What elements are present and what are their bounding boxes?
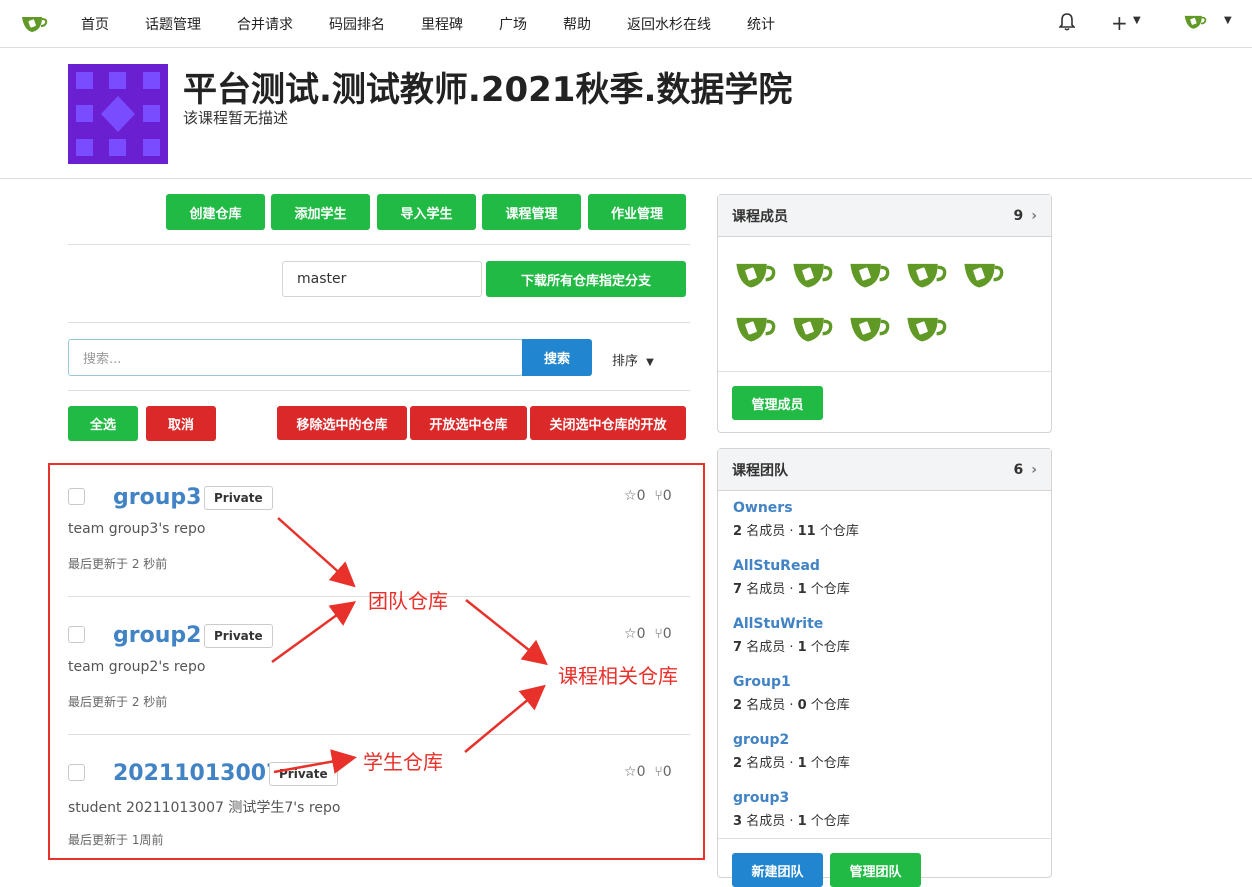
team-name-link[interactable]: group2 (733, 732, 789, 748)
teams-card-header[interactable]: 课程团队 6 › (718, 449, 1051, 491)
member-avatar[interactable] (961, 257, 1006, 291)
new-team-button[interactable]: 新建团队 (732, 853, 823, 887)
team-name-link[interactable]: AllStuWrite (733, 616, 823, 632)
teams-count: 6 (1013, 461, 1024, 478)
team-info: 2 名成员 · 0 个仓库 (733, 698, 850, 713)
team-info: 7 名成员 · 1 个仓库 (733, 640, 850, 655)
team-info: 2 名成员 · 1 个仓库 (733, 756, 850, 771)
members-title: 课程成员 (732, 208, 788, 225)
teams-title: 课程团队 (732, 462, 788, 479)
member-avatar[interactable] (847, 257, 892, 291)
member-avatar[interactable] (790, 257, 835, 291)
manage-members-button[interactable]: 管理成员 (732, 386, 823, 420)
team-info: 7 名成员 · 1 个仓库 (733, 582, 850, 597)
divider (718, 838, 1051, 839)
team-name-link[interactable]: AllStuRead (733, 558, 820, 574)
members-card: 课程成员 9 › 管理成员 (717, 194, 1052, 433)
chevron-right-icon: › (1031, 461, 1037, 478)
members-count: 9 (1013, 207, 1024, 224)
members-card-header[interactable]: 课程成员 9 › (718, 195, 1051, 237)
team-name-link[interactable]: group3 (733, 790, 789, 806)
team-name-link[interactable]: Owners (733, 500, 793, 516)
teams-card: 课程团队 6 › Owners 2 名成员 · 11 个仓库 AllStuRead 7… (717, 448, 1052, 887)
annotation-arrows (271, 517, 548, 774)
team-name-link[interactable]: Group1 (733, 674, 791, 690)
chevron-right-icon: › (1031, 207, 1037, 224)
team-info: 2 名成员 · 11 个仓库 (733, 524, 859, 539)
divider (718, 371, 1051, 372)
annotation-course-repo: 课程相关仓库 (558, 664, 678, 688)
annotation-team-repo: 团队仓库 (368, 589, 448, 613)
member-avatar[interactable] (790, 311, 835, 345)
team-info: 3 名成员 · 1 个仓库 (733, 814, 850, 829)
annotation-student-repo: 学生仓库 (363, 750, 443, 774)
member-avatar[interactable] (733, 311, 778, 345)
member-avatar[interactable] (847, 311, 892, 345)
member-avatar[interactable] (733, 257, 778, 291)
member-avatar[interactable] (904, 311, 949, 345)
member-avatar[interactable] (904, 257, 949, 291)
manage-team-button[interactable]: 管理团队 (830, 853, 921, 887)
